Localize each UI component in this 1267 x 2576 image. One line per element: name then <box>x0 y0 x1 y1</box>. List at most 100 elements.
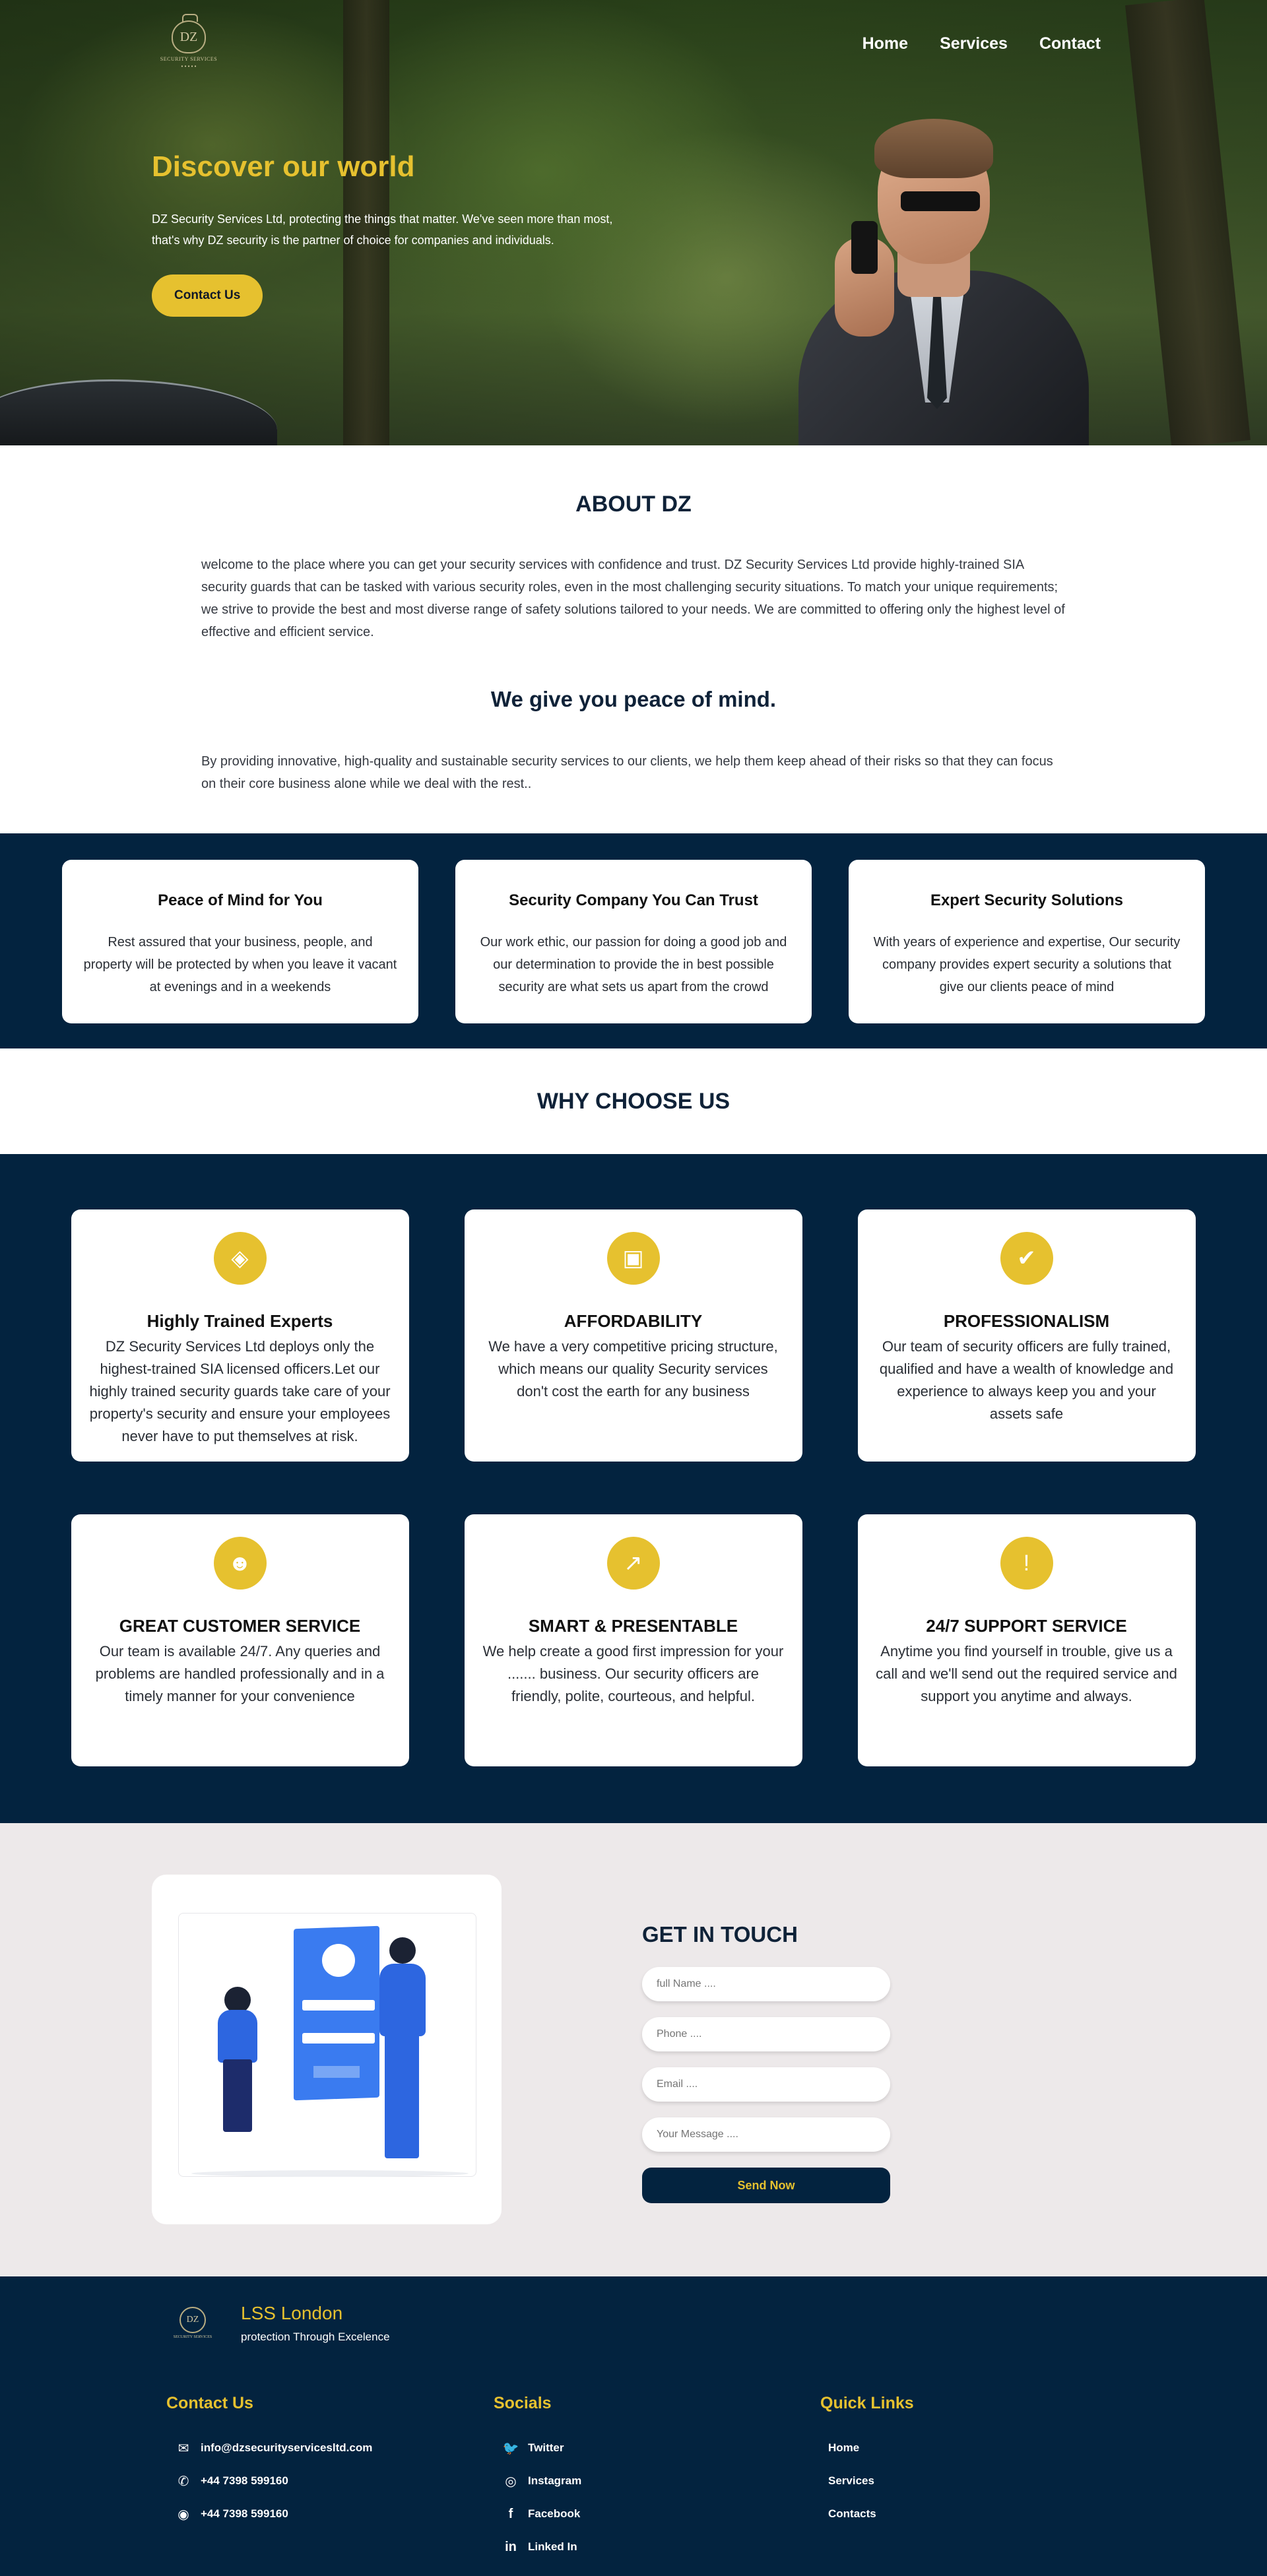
contact-illustration <box>152 1875 502 2224</box>
why-card-text: Anytime you find yourself in trouble, gi… <box>876 1643 1177 1704</box>
contact-title: GET IN TOUCH <box>642 1922 798 1947</box>
contact-form: GET IN TOUCH Send Now <box>642 1922 890 2203</box>
phone-icon: ✆ <box>178 2474 189 2489</box>
social-label: Linked In <box>528 2540 577 2553</box>
about-subtitle: We give you peace of mind. <box>490 687 777 711</box>
feature-text: With years of experience and expertise, … <box>873 935 1181 994</box>
logo-text: SECURITY SERVICES <box>160 56 218 62</box>
features-section: Peace of Mind for You Rest assured that … <box>0 833 1267 1048</box>
footer-phone-text: +44 7398 599160 <box>201 2474 288 2487</box>
feature-title: Peace of Mind for You <box>158 891 323 909</box>
phone-field[interactable] <box>642 2017 890 2051</box>
why-card: ◈ Highly Trained Experts DZ Security Ser… <box>71 1209 409 1462</box>
logo-crest: DZ <box>172 14 206 53</box>
why-card-title: Highly Trained Experts <box>146 1311 333 1331</box>
about-text: welcome to the place where you can get y… <box>201 558 1065 639</box>
why-title: WHY CHOOSE US <box>536 1088 731 1114</box>
social-linkedin-link[interactable]: in Linked In <box>502 2530 581 2563</box>
nav-menu: Home Services Contact <box>862 34 1101 53</box>
whatsapp-icon: ◉ <box>178 2507 189 2522</box>
footer-contact-column: Contact Us ✉ info@dzsecurityservicesltd.… <box>166 2394 372 2530</box>
why-grid: ◈ Highly Trained Experts DZ Security Ser… <box>71 1209 1196 1766</box>
social-label: Facebook <box>528 2507 581 2520</box>
footer-logo-crest: DZ <box>179 2306 206 2333</box>
footer-email[interactable]: ✉ info@dzsecurityservicesltd.com <box>174 2431 373 2464</box>
nav-services-link[interactable]: Services <box>940 34 1008 53</box>
why-card-text: We have a very competitive pricing struc… <box>488 1338 778 1400</box>
why-card-title: 24/7 SUPPORT SERVICE <box>926 1616 1127 1636</box>
full-name-field[interactable] <box>642 1967 890 2001</box>
about-title: ABOUT DZ <box>575 492 692 517</box>
alert-icon: ! <box>1000 1537 1053 1590</box>
footer-email-text: info@dzsecurityservicesltd.com <box>201 2441 373 2454</box>
hero-text: DZ Security Services Ltd, protecting the… <box>152 212 613 247</box>
nav-contact-link[interactable]: Contact <box>1039 34 1101 53</box>
feature-title: Expert Security Solutions <box>930 891 1124 909</box>
why-card: ☻ GREAT CUSTOMER SERVICE Our team is ava… <box>71 1514 409 1766</box>
social-twitter-link[interactable]: 🐦 Twitter <box>502 2431 581 2464</box>
money-icon: ▣ <box>606 1232 660 1285</box>
why-card-title: GREAT CUSTOMER SERVICE <box>119 1616 361 1636</box>
twitter-icon: 🐦 <box>502 2441 519 2456</box>
quick-link-contacts[interactable]: Contacts <box>828 2497 914 2530</box>
hero-content: Discover our world DZ Security Services … <box>152 150 640 317</box>
why-card-title: AFFORDABILITY <box>564 1311 703 1331</box>
footer-logo-text: SECURITY SERVICES <box>173 2334 212 2339</box>
footer-links-title: Quick Links <box>820 2394 914 2412</box>
feature-card: Expert Security Solutions With years of … <box>849 860 1205 1023</box>
hero-section: DZ SECURITY SERVICES • • • • • Home Serv… <box>0 0 1267 445</box>
footer-socials-column: Socials 🐦 Twitter ◎ Instagram f Facebook… <box>494 2394 581 2563</box>
email-field[interactable] <box>642 2067 890 2102</box>
footer-whatsapp[interactable]: ◉ +44 7398 599160 <box>174 2497 372 2530</box>
feature-card: Security Company You Can Trust Our work … <box>455 860 812 1023</box>
badge-check-icon: ✔ <box>1000 1232 1053 1285</box>
why-card: ▣ AFFORDABILITY We have a very competiti… <box>464 1209 802 1462</box>
feature-card: Peace of Mind for You Rest assured that … <box>62 860 418 1023</box>
footer-brand: LSS London protection Through Excelence <box>241 2303 390 2344</box>
footer-links-column: Quick Links Home Services Contacts <box>820 2394 914 2530</box>
feature-title: Security Company You Can Trust <box>509 891 758 909</box>
footer-logo[interactable]: DZ SECURITY SERVICES <box>166 2296 219 2349</box>
logo-dots: • • • • • <box>181 63 197 69</box>
why-card-text: DZ Security Services Ltd deploys only th… <box>89 1338 391 1444</box>
contact-section: GET IN TOUCH Send Now <box>0 1823 1267 2276</box>
footer-phone[interactable]: ✆ +44 7398 599160 <box>174 2464 372 2497</box>
contact-us-button[interactable]: Contact Us <box>152 274 263 317</box>
linkedin-icon: in <box>505 2539 517 2554</box>
why-card-title: PROFESSIONALISM <box>943 1311 1110 1331</box>
footer-contact-title: Contact Us <box>166 2394 253 2412</box>
why-card: ! 24/7 SUPPORT SERVICE Anytime you find … <box>857 1514 1196 1766</box>
hero-title: Discover our world <box>152 150 415 183</box>
social-label: Twitter <box>528 2441 564 2454</box>
why-card-title: SMART & PRESENTABLE <box>528 1616 738 1636</box>
why-header: WHY CHOOSE US <box>0 1048 1267 1154</box>
message-field[interactable] <box>642 2117 890 2152</box>
brand-logo[interactable]: DZ SECURITY SERVICES • • • • • <box>152 9 226 80</box>
footer-tagline: protection Through Excelence <box>241 2331 390 2343</box>
footer: DZ SECURITY SERVICES LSS London protecti… <box>0 2276 1267 2576</box>
social-instagram-link[interactable]: ◎ Instagram <box>502 2464 581 2497</box>
footer-whatsapp-text: +44 7398 599160 <box>201 2507 288 2520</box>
why-card: ✔ PROFESSIONALISM Our team of security o… <box>857 1209 1196 1462</box>
why-card-text: Our team of security officers are fully … <box>879 1338 1174 1422</box>
why-card-text: We help create a good first impression f… <box>482 1643 784 1704</box>
about-section: ABOUT DZ welcome to the place where you … <box>0 445 1267 833</box>
footer-socials-title: Socials <box>494 2394 552 2412</box>
people-icon: ☻ <box>213 1537 267 1590</box>
shield-icon: ◈ <box>213 1232 267 1285</box>
social-label: Instagram <box>528 2474 582 2487</box>
feature-text: Rest assured that your business, people,… <box>83 935 397 994</box>
why-card-text: Our team is available 24/7. Any queries … <box>95 1643 385 1704</box>
trending-up-icon: ↗ <box>606 1537 660 1590</box>
instagram-icon: ◎ <box>505 2474 517 2489</box>
mail-icon: ✉ <box>178 2441 189 2456</box>
why-card: ↗ SMART & PRESENTABLE We help create a g… <box>464 1514 802 1766</box>
social-facebook-link[interactable]: f Facebook <box>502 2497 581 2530</box>
security-guard-photo <box>772 106 1089 445</box>
quick-link-services[interactable]: Services <box>828 2464 914 2497</box>
send-now-button[interactable]: Send Now <box>642 2168 890 2203</box>
about-text-2: By providing innovative, high-quality an… <box>201 754 1053 791</box>
nav-home-link[interactable]: Home <box>862 34 908 53</box>
feature-text: Our work ethic, our passion for doing a … <box>480 935 787 994</box>
quick-link-home[interactable]: Home <box>828 2431 914 2464</box>
